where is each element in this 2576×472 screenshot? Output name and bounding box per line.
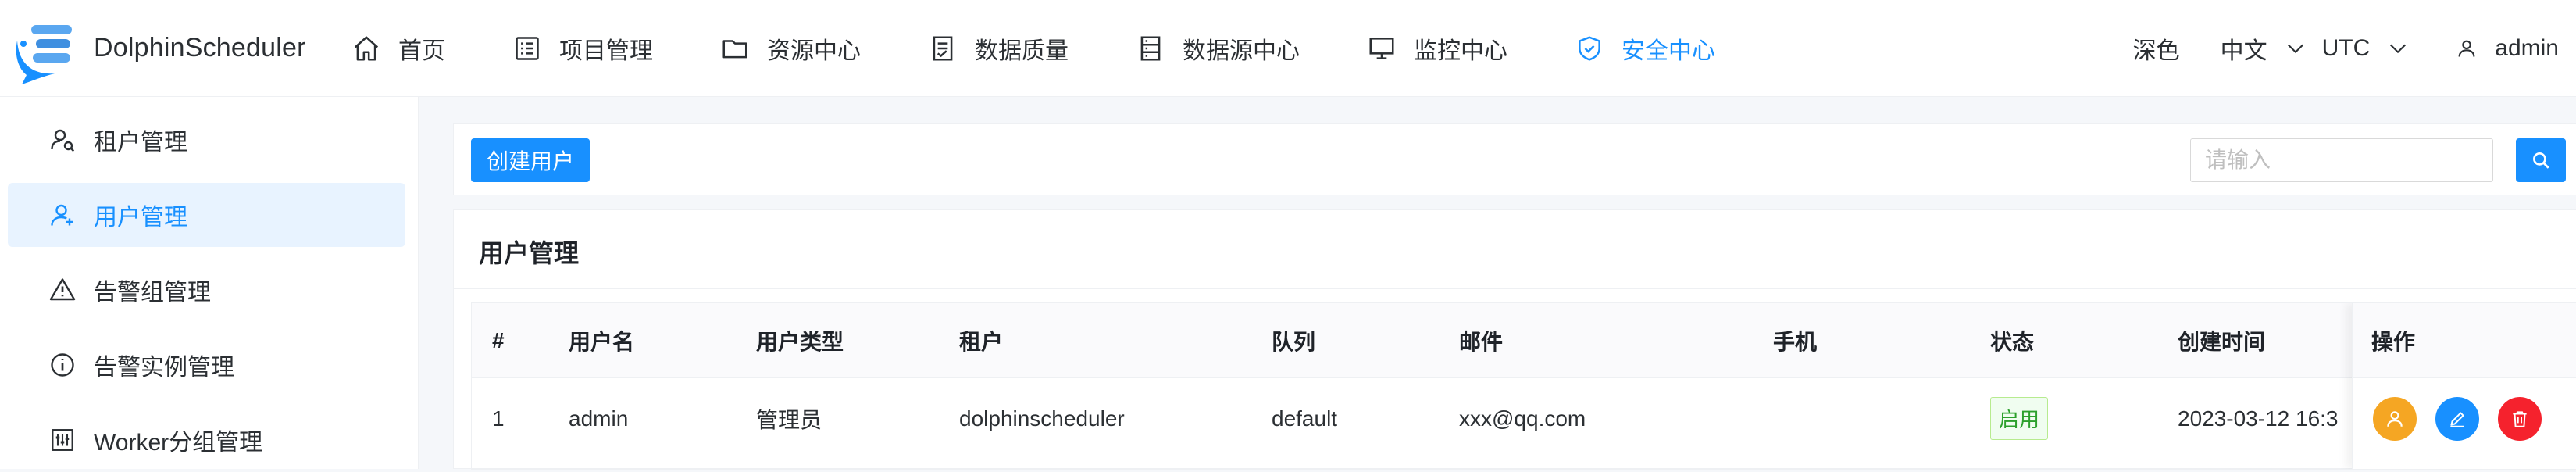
column-header-tenant: 租户 (959, 329, 1004, 354)
user-icon (2458, 40, 2475, 57)
edit-user-button[interactable] (2435, 397, 2479, 441)
table-header: # 用户名 用户类型 租户 队列 邮件 手机 状态 创建时间 (472, 303, 2576, 378)
row-actions (2353, 378, 2576, 459)
table-row: 1 admin 管理员 dolphinscheduler default xxx… (472, 378, 2576, 459)
column-header-user-type: 用户类型 (756, 329, 844, 354)
nav-item-label: 项目管理 (559, 38, 653, 64)
sidebar-item-users[interactable]: 用户管理 (8, 183, 405, 247)
home-icon (354, 35, 379, 61)
sidebar: 租户管理 用户管理 告警组管理 告警实例管理 Worker分组管理 (0, 97, 419, 469)
nav-item-label: 数据源中心 (1183, 38, 1300, 64)
warning-icon (49, 278, 76, 301)
sidebar-item-label: 租户管理 (94, 130, 187, 156)
user-icon (51, 204, 73, 226)
sidebar-item-label: 告警组管理 (94, 280, 211, 306)
create-user-button[interactable]: 创建用户 (471, 138, 590, 182)
nav-item-label: 监控中心 (1414, 38, 1507, 64)
assign-tenant-button[interactable] (2373, 397, 2417, 441)
cell-tenant: dolphinscheduler (959, 406, 1125, 431)
datasource-icon (1140, 35, 1161, 61)
user-table: # 用户名 用户类型 租户 队列 邮件 手机 状态 创建时间 1 admin 管… (471, 302, 2576, 470)
sidebar-item-alarm-group[interactable]: 告警组管理 (8, 258, 405, 322)
timezone-label: UTC (2321, 35, 2371, 61)
info-icon (51, 353, 74, 377)
trash-icon (2513, 411, 2527, 427)
nav-item-label: 安全中心 (1622, 38, 1715, 64)
cell-status: 启用 (1990, 378, 2049, 459)
column-header-email: 邮件 (1459, 329, 1504, 354)
chevron-down-icon (2390, 44, 2407, 54)
language-select[interactable]: 中文 (2221, 31, 2307, 66)
card-title: 用户管理 (479, 239, 580, 267)
main-nav: 首页 项目管理 资源中心 数据质量 数据源中心 监控中心 安全中心 (351, 0, 1782, 97)
cell-created: 2023-03-12 16:3 (2178, 406, 2339, 431)
shield-icon (1579, 35, 1600, 61)
sidebar-item-label: 用户管理 (94, 205, 187, 231)
column-header-queue: 队列 (1272, 329, 1316, 354)
edit-icon (2450, 412, 2464, 427)
cell-queue: default (1272, 406, 1338, 431)
nav-item-resources[interactable]: 资源中心 (720, 0, 894, 97)
nav-item-monitor[interactable]: 监控中心 (1367, 0, 1540, 97)
column-header-operations: 操作 (2353, 303, 2576, 378)
sidebar-item-alarm-instance[interactable]: 告警实例管理 (8, 333, 405, 397)
tenant-icon (51, 129, 75, 152)
nav-item-data-quality[interactable]: 数据质量 (928, 0, 1101, 97)
search-input[interactable] (2190, 138, 2493, 182)
column-header-created: 创建时间 (2178, 329, 2266, 354)
project-icon (516, 36, 539, 60)
action-bar: 创建用户 (453, 123, 2576, 195)
sidebar-item-tenant[interactable]: 租户管理 (8, 108, 405, 172)
monitor-icon (1369, 37, 1394, 59)
sidebar-item-label: 告警实例管理 (94, 355, 234, 381)
timezone-select[interactable]: UTC (2322, 35, 2410, 62)
user-name: admin (2495, 35, 2559, 61)
nav-item-security[interactable]: 安全中心 (1575, 0, 1748, 97)
nav-item-label: 首页 (398, 38, 445, 64)
column-header-phone: 手机 (1773, 329, 1818, 354)
data-quality-icon (933, 35, 953, 61)
app-title: DolphinScheduler (94, 33, 306, 63)
chevron-down-icon (2287, 44, 2303, 54)
app-logo[interactable]: DolphinScheduler (9, 9, 337, 88)
column-header-index: # (492, 327, 505, 352)
worker-group-icon (52, 429, 73, 451)
header-tools: 深色 中文 UTC admin (2093, 0, 2559, 97)
sidebar-item-label: Worker分组管理 (94, 430, 263, 456)
nav-item-home[interactable]: 首页 (351, 0, 478, 97)
status-badge: 启用 (1990, 397, 2049, 440)
nav-item-label: 资源中心 (767, 38, 861, 64)
user-icon (2387, 411, 2403, 427)
column-header-status: 状态 (1990, 329, 2035, 354)
search-button[interactable] (2516, 138, 2566, 182)
delete-user-button[interactable] (2498, 397, 2542, 441)
theme-label: 深色 (2132, 38, 2180, 64)
nav-item-label: 数据质量 (975, 38, 1069, 64)
user-table-card: 用户管理 # 用户名 用户类型 租户 队列 邮件 手机 状态 创建时间 1 ad… (453, 209, 2576, 470)
card-divider (454, 288, 2576, 289)
nav-item-datasource[interactable]: 数据源中心 (1136, 0, 1333, 97)
sidebar-item-worker-group[interactable]: Worker分组管理 (8, 408, 405, 472)
nav-item-projects[interactable]: 项目管理 (512, 0, 686, 97)
dolphin-logo-icon (16, 24, 72, 84)
theme-toggle[interactable]: 深色 (2133, 31, 2180, 66)
cell-index: 1 (492, 406, 505, 431)
folder-icon (722, 39, 747, 58)
language-label: 中文 (2220, 38, 2267, 64)
user-menu[interactable]: admin (2456, 35, 2559, 62)
top-navigation-bar: DolphinScheduler 首页 项目管理 资源中心 数据质量 数据源中心… (0, 0, 2576, 97)
operations-column: 操作 (2352, 303, 2576, 469)
cell-email: xxx@qq.com (1459, 406, 1586, 431)
cell-user-type: 管理员 (756, 407, 822, 432)
column-header-username: 用户名 (569, 329, 635, 354)
cell-username: admin (569, 406, 629, 431)
search-icon (2533, 152, 2549, 169)
